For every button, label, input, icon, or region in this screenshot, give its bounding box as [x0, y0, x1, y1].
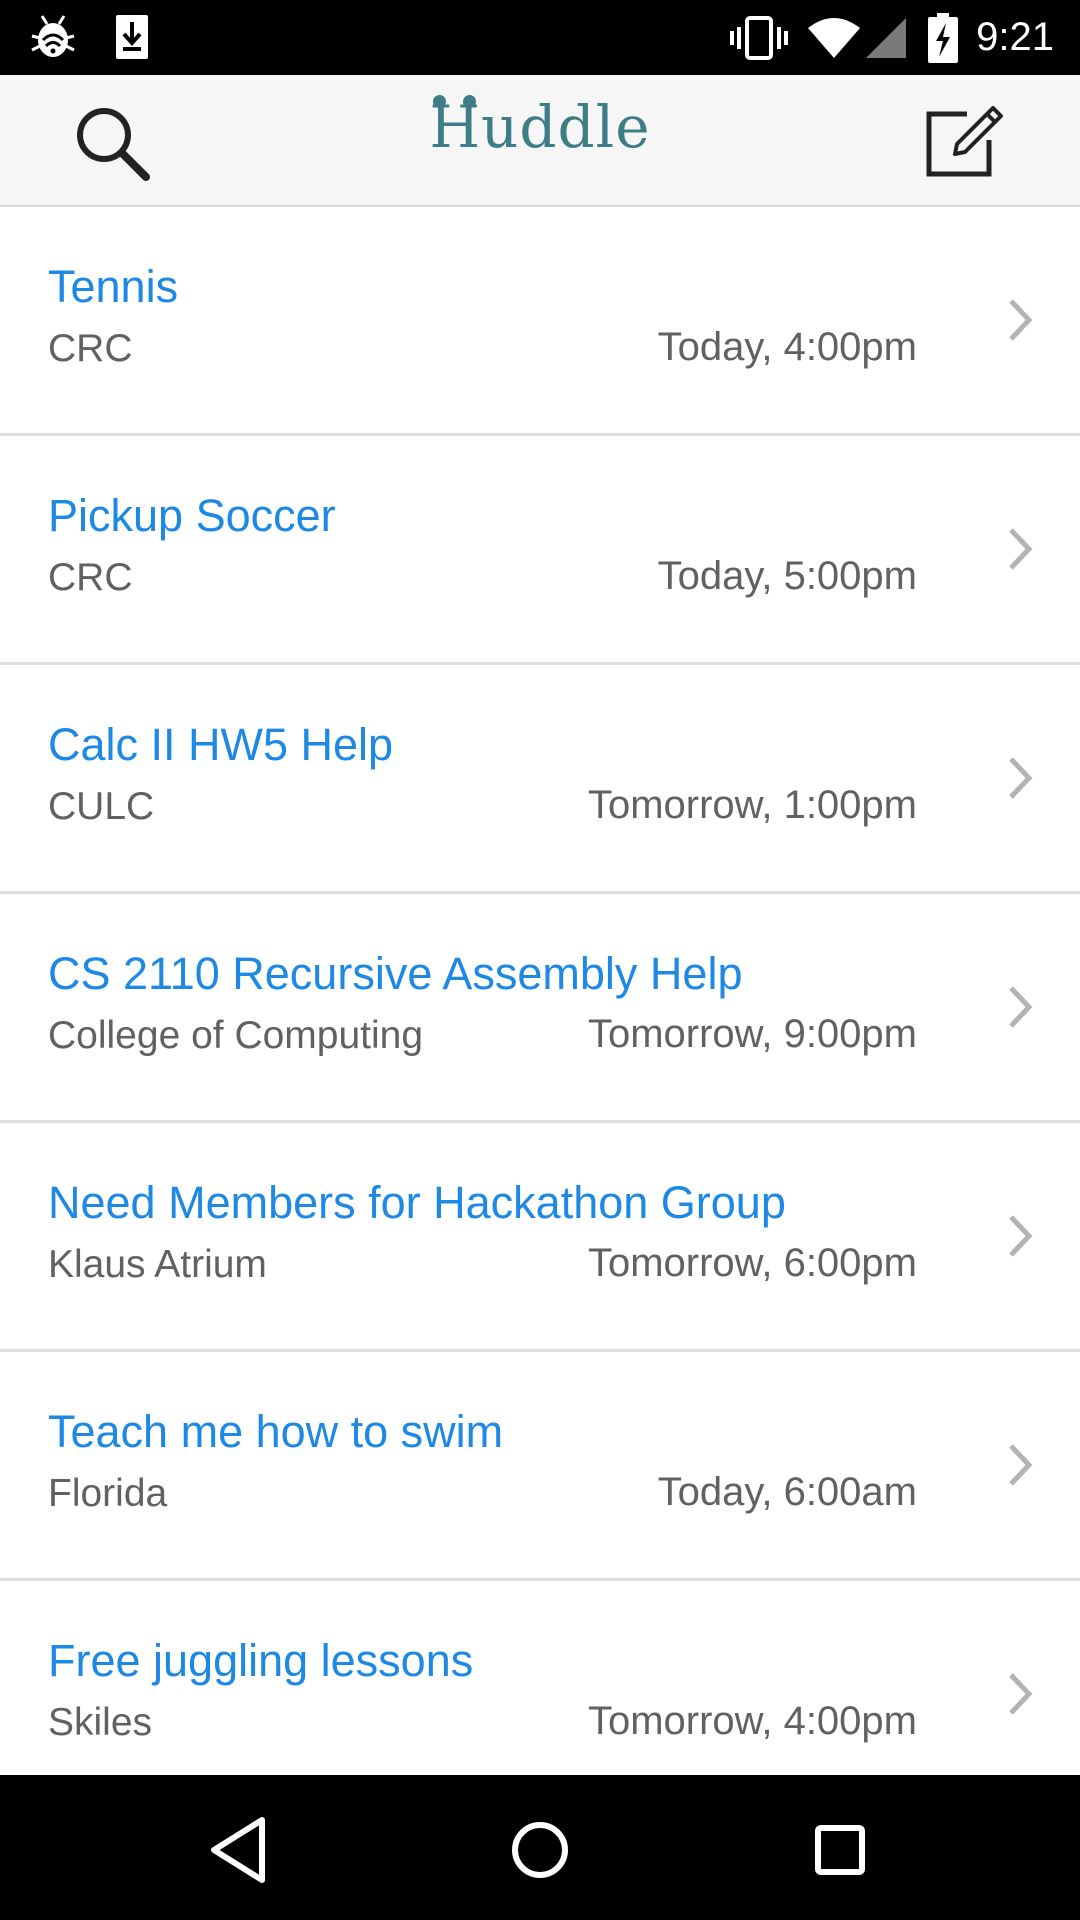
list-item[interactable]: CS 2110 Recursive Assembly Help College … [0, 894, 1080, 1123]
event-location: Klaus Atrium [48, 1243, 267, 1286]
vibrate-icon [730, 15, 789, 60]
list-item[interactable]: Pickup Soccer CRC Today, 5:00pm [0, 436, 1080, 665]
debug-bug-icon [31, 15, 75, 57]
event-title: Free juggling lessons [48, 1635, 474, 1686]
app-bar: Huddle [0, 75, 1080, 207]
event-list: Tennis CRC Today, 4:00pm Pickup Soccer C… [0, 207, 1080, 1775]
event-time: Tomorrow, 4:00pm [587, 1699, 917, 1743]
event-time: Today, 5:00pm [657, 554, 917, 598]
event-location: CRC [48, 556, 133, 599]
event-title: Tennis [48, 261, 179, 312]
status-time: 9:21 [976, 15, 1054, 59]
list-item[interactable]: Calc II HW5 Help CULC Tomorrow, 1:00pm [0, 665, 1080, 894]
status-bar: 9:21 [0, 0, 1080, 75]
event-location: Skiles [48, 1701, 153, 1744]
event-location: Florida [48, 1472, 168, 1515]
event-time: Tomorrow, 9:00pm [587, 1012, 917, 1056]
event-time: Today, 4:00pm [657, 325, 917, 369]
logo-dots [433, 95, 477, 109]
list-item[interactable]: Free juggling lessons Skiles Tomorrow, 4… [0, 1581, 1080, 1775]
chevron-right-icon [1009, 986, 1033, 1028]
event-title: Calc II HW5 Help [48, 719, 394, 770]
app-logo: Huddle [0, 93, 1080, 161]
event-time: Tomorrow, 6:00pm [587, 1241, 917, 1285]
list-item[interactable]: Tennis CRC Today, 4:00pm [0, 207, 1080, 436]
chevron-right-icon [1009, 1444, 1033, 1486]
wifi-icon [808, 17, 861, 58]
list-item[interactable]: Teach me how to swim Florida Today, 6:00… [0, 1352, 1080, 1581]
event-location: CRC [48, 327, 133, 370]
chevron-right-icon [1009, 1215, 1033, 1257]
chevron-right-icon [1009, 1673, 1033, 1715]
home-icon[interactable] [500, 1810, 580, 1890]
chevron-right-icon [1009, 757, 1033, 799]
event-location: CULC [48, 785, 155, 828]
battery-charging-icon [928, 12, 959, 63]
back-icon[interactable] [200, 1810, 280, 1890]
event-title: Teach me how to swim [48, 1406, 504, 1457]
cell-signal-icon [866, 17, 907, 58]
download-icon [116, 15, 148, 59]
event-title: Pickup Soccer [48, 490, 336, 541]
event-title: CS 2110 Recursive Assembly Help [48, 948, 743, 999]
list-item[interactable]: Need Members for Hackathon Group Klaus A… [0, 1123, 1080, 1352]
compose-icon[interactable] [925, 100, 1005, 180]
navigation-bar [0, 1775, 1080, 1920]
event-time: Today, 6:00am [657, 1470, 917, 1514]
event-title: Need Members for Hackathon Group [48, 1177, 786, 1228]
event-location: College of Computing [48, 1014, 424, 1057]
event-time: Tomorrow, 1:00pm [587, 783, 917, 827]
recents-icon[interactable] [800, 1810, 880, 1890]
chevron-right-icon [1009, 528, 1033, 570]
chevron-right-icon [1009, 299, 1033, 341]
